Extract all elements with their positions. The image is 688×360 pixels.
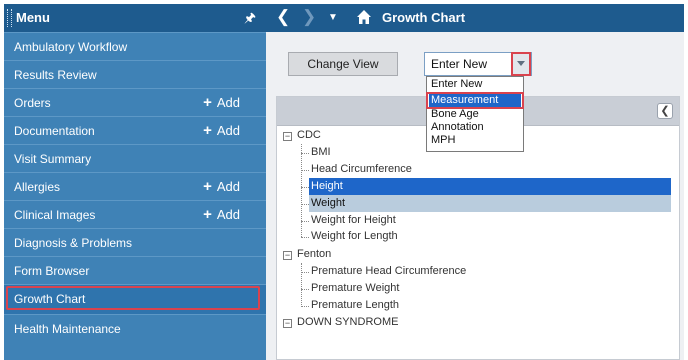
add-label: Add <box>216 179 240 194</box>
view-header: ❮ ❯ ▼ Growth Chart <box>266 4 684 32</box>
page-title: Growth Chart <box>382 10 466 25</box>
change-view-button[interactable]: Change View <box>288 52 398 76</box>
tree-line <box>301 187 309 188</box>
sidebar-item-label: Clinical Images <box>14 208 96 222</box>
sidebar-item-label: Growth Chart <box>14 292 86 306</box>
sidebar-item-visit-summary[interactable]: Visit Summary <box>4 144 266 172</box>
tree-line <box>301 221 309 222</box>
tree-line <box>301 263 302 307</box>
dropdown-option-mph[interactable]: MPH <box>429 134 521 147</box>
pin-icon[interactable]: 🖈 <box>244 9 256 31</box>
tree-leaf-head-circumference[interactable]: Head Circumference <box>311 161 412 178</box>
sidebar-item-label: Results Review <box>14 68 97 82</box>
home-icon[interactable] <box>356 9 372 25</box>
add-label: Add <box>216 207 240 222</box>
tree-node-down-syndrome[interactable]: DOWN SYNDROME <box>297 314 398 331</box>
history-dropdown-icon[interactable]: ▼ <box>328 12 338 23</box>
chevron-down-icon <box>517 61 525 66</box>
tree-line <box>301 272 309 273</box>
sidebar-item-label: Allergies <box>14 180 61 194</box>
enter-new-dropdown-list: Enter New Measurement Bone Age Annotatio… <box>426 76 524 152</box>
tree-node-fenton[interactable]: Fenton <box>297 246 331 263</box>
sidebar-item-clinical-images[interactable]: Clinical Images + Add <box>4 200 266 228</box>
sidebar-item-results-review[interactable]: Results Review <box>4 60 266 88</box>
collapse-panel-button[interactable]: ❮ <box>657 103 673 119</box>
dropdown-option-enter-new[interactable]: Enter New <box>429 78 521 91</box>
tree-line <box>301 170 309 171</box>
grip-icon <box>7 9 12 27</box>
select-dropdown-button[interactable] <box>511 52 531 76</box>
tree-line <box>301 289 309 290</box>
plus-icon: + <box>203 178 212 195</box>
allergies-add-button[interactable]: + Add <box>203 178 240 195</box>
add-label: Add <box>216 123 240 138</box>
forward-arrow-icon[interactable]: ❯ <box>302 7 316 27</box>
add-label: Add <box>216 95 240 110</box>
collapse-cdc-icon[interactable]: − <box>283 132 292 141</box>
orders-add-button[interactable]: + Add <box>203 94 240 111</box>
tree-line <box>301 237 309 238</box>
app-frame: Menu 🖈 Ambulatory Workflow Results Revie… <box>4 4 684 360</box>
tree-node-cdc[interactable]: CDC <box>297 127 321 144</box>
menu-header: Menu 🖈 <box>4 4 266 32</box>
plus-icon: + <box>203 122 212 139</box>
growth-chart-content: Change View Enter New Enter New Measurem… <box>266 32 684 360</box>
sidebar-item-label: Form Browser <box>14 264 90 278</box>
sidebar-menu: Menu 🖈 Ambulatory Workflow Results Revie… <box>4 4 266 360</box>
dropdown-option-annotation[interactable]: Annotation <box>429 121 521 134</box>
tree-line <box>301 204 309 205</box>
clinical-images-add-button[interactable]: + Add <box>203 206 240 223</box>
sidebar-item-label: Ambulatory Workflow <box>14 40 128 54</box>
plus-icon: + <box>203 94 212 111</box>
sidebar-item-health-maintenance[interactable]: Health Maintenance <box>4 314 266 342</box>
tree-leaf-premature-weight[interactable]: Premature Weight <box>311 280 399 297</box>
menu-title: Menu <box>16 10 50 25</box>
sidebar-item-orders[interactable]: Orders + Add <box>4 88 266 116</box>
sidebar-item-ambulatory-workflow[interactable]: Ambulatory Workflow <box>4 32 266 60</box>
sidebar-item-diagnosis-problems[interactable]: Diagnosis & Problems <box>4 228 266 256</box>
sidebar-item-label: Health Maintenance <box>14 322 121 336</box>
sidebar-item-documentation[interactable]: Documentation + Add <box>4 116 266 144</box>
collapse-fenton-icon[interactable]: − <box>283 251 292 260</box>
sidebar-item-label: Diagnosis & Problems <box>14 236 133 250</box>
sidebar-item-growth-chart[interactable]: Growth Chart <box>4 284 266 314</box>
enter-new-select[interactable]: Enter New <box>424 52 532 76</box>
tree-line <box>301 153 309 154</box>
tree-line <box>301 144 302 237</box>
collapse-down-syndrome-icon[interactable]: − <box>283 319 292 328</box>
option-highlight-outline <box>426 92 524 109</box>
plus-icon: + <box>203 206 212 223</box>
sidebar-item-form-browser[interactable]: Form Browser <box>4 256 266 284</box>
tree-line <box>301 306 309 307</box>
sidebar-item-label: Documentation <box>14 124 95 138</box>
select-value: Enter New <box>431 57 488 71</box>
back-arrow-icon[interactable]: ❮ <box>276 7 290 27</box>
tree-leaf-weight[interactable]: Weight <box>309 195 671 212</box>
dropdown-option-bone-age[interactable]: Bone Age <box>429 108 521 121</box>
sidebar-item-label: Orders <box>14 96 51 110</box>
documentation-add-button[interactable]: + Add <box>203 122 240 139</box>
tree-leaf-weight-for-height[interactable]: Weight for Height <box>311 212 396 229</box>
tree-leaf-weight-for-length[interactable]: Weight for Length <box>311 228 398 245</box>
tree-leaf-premature-length[interactable]: Premature Length <box>311 297 399 314</box>
sidebar-item-allergies[interactable]: Allergies + Add <box>4 172 266 200</box>
tree-leaf-bmi[interactable]: BMI <box>311 144 331 161</box>
sidebar-item-label: Visit Summary <box>14 152 92 166</box>
tree-leaf-height[interactable]: Height <box>309 178 671 195</box>
tree-leaf-premature-head-circumference[interactable]: Premature Head Circumference <box>311 263 466 280</box>
